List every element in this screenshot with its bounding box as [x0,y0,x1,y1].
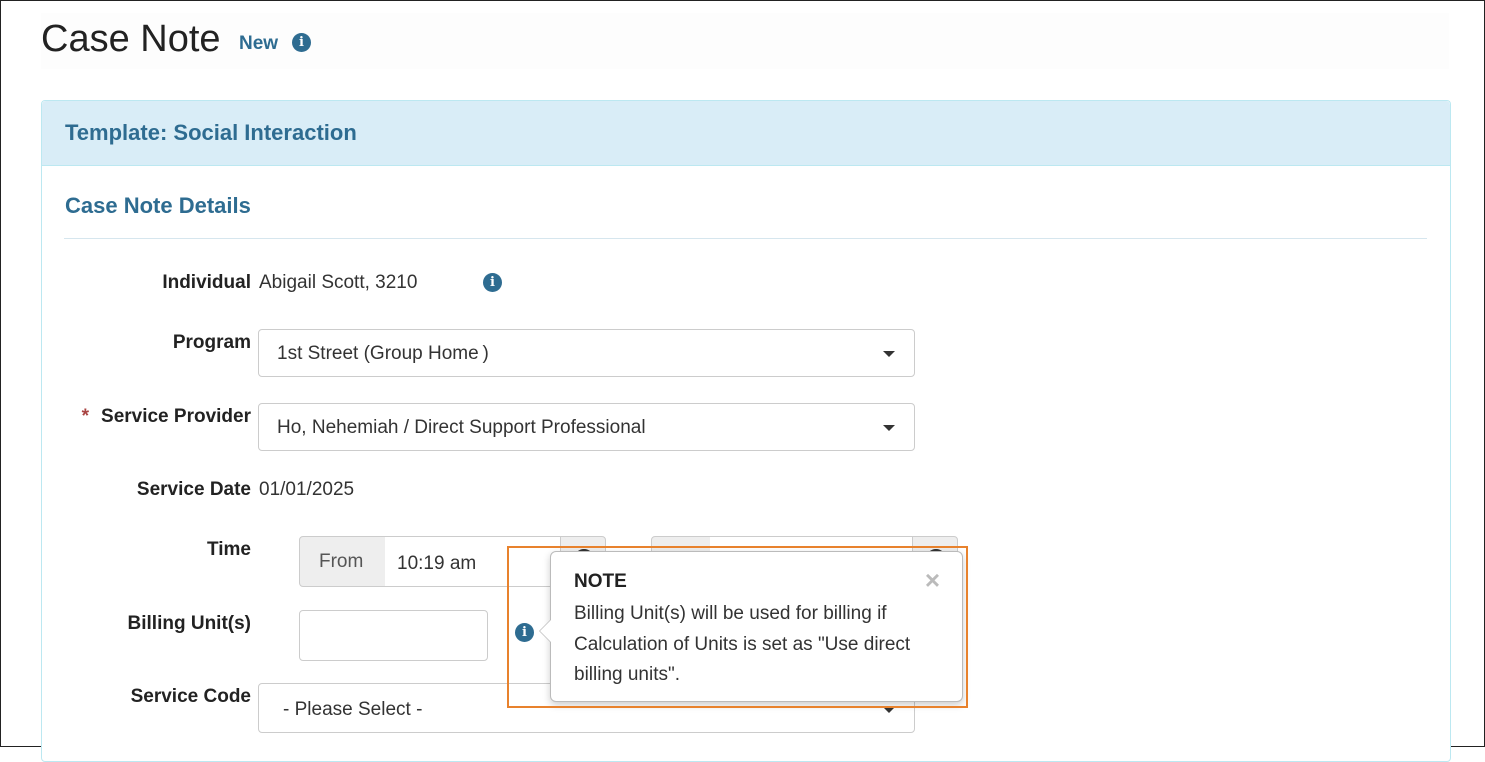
billing-units-popover: NOTE × Billing Unit(s) will be used for … [539,551,963,702]
section-divider [64,238,1427,239]
service-date-value: 01/01/2025 [259,479,355,500]
popover-arrow [539,619,551,643]
time-from-addon: From [299,536,386,587]
billing-units-input[interactable] [299,610,488,661]
time-from-value: 10:19 am [397,553,477,574]
template-title: Template: Social Interaction [65,120,357,145]
popover-body: Billing Unit(s) will be used for billing… [574,603,911,685]
program-select[interactable]: 1st Street (Group Home ) [258,329,915,377]
service-date-label: Service Date [136,479,251,500]
service-provider-label: * Service Provider [82,406,251,428]
individual-info-icon[interactable]: i [483,273,502,292]
popover-title: NOTE [574,571,627,592]
billing-units-label: Billing Unit(s) [127,613,251,634]
billing-units-info-icon[interactable]: i [515,623,534,642]
chevron-down-icon [883,425,895,431]
service-provider-selected-value: Ho, Nehemiah / Direct Support Profession… [277,417,646,438]
service-code-label: Service Code [130,686,251,707]
service-code-selected-value: - Please Select - [283,699,423,720]
time-from-input[interactable]: 10:19 am [385,536,561,587]
section-title: Case Note Details [65,193,251,218]
page-header: Case Note New i [41,13,1449,69]
service-provider-select[interactable]: Ho, Nehemiah / Direct Support Profession… [258,403,915,451]
chevron-down-icon [883,707,895,713]
page-title: Case Note [41,18,221,60]
required-marker: * [81,406,90,427]
program-selected-value: 1st Street (Group Home ) [277,343,489,364]
individual-value: Abigail Scott, 3210 [259,272,418,293]
time-label: Time [206,539,251,560]
status-badge: New [239,33,279,54]
service-provider-label-text: Service Provider [101,406,251,427]
program-label: Program [172,332,251,353]
chevron-down-icon [883,351,895,357]
time-from-addon-label: From [319,551,364,572]
info-circle-icon[interactable]: i [292,33,311,52]
panel-heading: Template: Social Interaction [42,101,1450,166]
individual-label: Individual [162,272,251,293]
close-icon[interactable]: × [925,567,940,593]
